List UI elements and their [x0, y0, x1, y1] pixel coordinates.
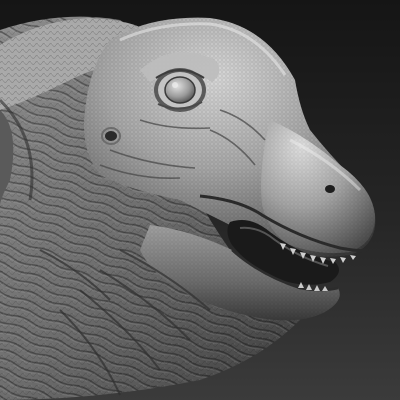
eye	[154, 68, 206, 112]
sculpt-render	[0, 0, 400, 400]
ear-opening	[105, 131, 117, 141]
render-viewport	[0, 0, 400, 400]
nostril	[325, 185, 335, 193]
